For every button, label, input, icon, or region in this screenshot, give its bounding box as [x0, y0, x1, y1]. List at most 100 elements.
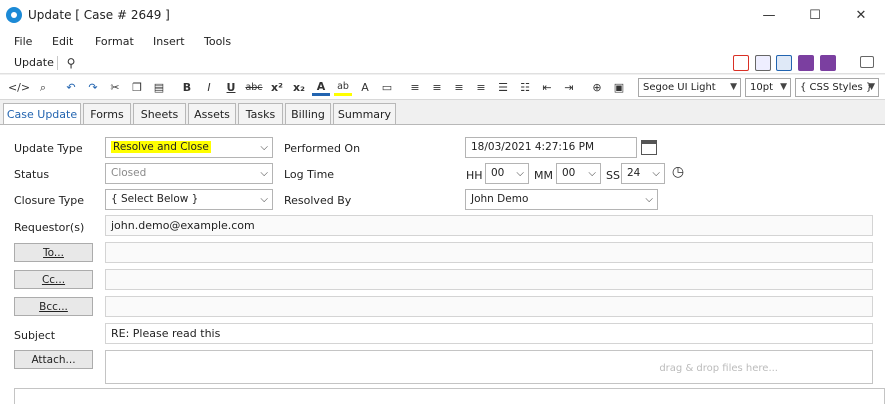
redo-icon[interactable]: ↷ [84, 79, 102, 96]
attach-button[interactable]: Attach... [14, 350, 93, 369]
subject-field[interactable]: RE: Please read this [105, 323, 873, 344]
chevron-down-icon: ▼ [730, 82, 737, 92]
strikethrough-icon[interactable]: abc [245, 79, 263, 96]
link-icon[interactable]: ⊕ [588, 79, 606, 96]
requestors-label: Requestor(s) [14, 221, 85, 234]
toolbar-divider [57, 56, 58, 70]
indent-icon[interactable]: ⇥ [560, 79, 578, 96]
resolved-by-value: John Demo [471, 193, 529, 205]
source-code-icon[interactable]: </> [8, 79, 30, 96]
menu-insert[interactable]: Insert [153, 35, 185, 48]
bcc-button[interactable]: Bcc... [14, 297, 93, 316]
hh-select[interactable]: 00 ⌵ [485, 163, 529, 184]
edit-form-icon[interactable] [776, 55, 792, 71]
title-bar: Update [ Case # 2649 ] — ☐ ✕ [0, 0, 885, 31]
closure-type-value: { Select Below } [111, 193, 199, 205]
close-button[interactable]: ✕ [838, 0, 884, 31]
chevron-down-icon: ⌵ [516, 168, 524, 179]
italic-icon[interactable]: I [200, 79, 218, 96]
css-styles-select[interactable]: { CSS Styles } ▼ [795, 78, 879, 97]
align-right-icon[interactable]: ≡ [450, 79, 468, 96]
minimize-button[interactable]: — [746, 0, 792, 31]
log-time-label: Log Time [284, 168, 335, 181]
update-button[interactable]: Update [14, 56, 54, 69]
tab-summary[interactable]: Summary [333, 103, 396, 124]
justify-icon[interactable]: ≡ [472, 79, 490, 96]
font-name-select[interactable]: Segoe UI Light ▼ [638, 78, 741, 97]
font-size-select[interactable]: 10pt ▼ [745, 78, 791, 97]
app-logo-icon [6, 7, 22, 23]
paperclip-icon[interactable]: ⚲ [64, 55, 78, 71]
undo-icon[interactable]: ↶ [62, 79, 80, 96]
ss-label: SS [606, 169, 620, 182]
superscript-icon[interactable]: x² [268, 79, 286, 96]
clock-refresh-icon[interactable]: ◷ [669, 163, 687, 181]
font-name-value: Segoe UI Light [643, 82, 716, 93]
numbered-list-icon[interactable]: ☷ [516, 79, 534, 96]
primary-toolbar: Update ⚲ [0, 52, 885, 74]
tab-case-update[interactable]: Case Update [3, 103, 81, 125]
outdent-icon[interactable]: ⇤ [538, 79, 556, 96]
calendar-icon[interactable] [641, 140, 657, 155]
update-type-label: Update Type [14, 142, 83, 155]
copy-icon[interactable]: ❐ [128, 79, 146, 96]
menu-edit[interactable]: Edit [52, 35, 73, 48]
mm-select[interactable]: 00 ⌵ [556, 163, 601, 184]
maximize-button[interactable]: ☐ [792, 0, 838, 31]
performed-on-field[interactable]: 18/03/2021 4:27:16 PM [465, 137, 637, 158]
font-size-value: 10pt [750, 82, 773, 93]
chevron-down-icon: ▼ [780, 82, 787, 92]
highlight-color-icon[interactable]: ab [334, 79, 352, 96]
tab-forms[interactable]: Forms [83, 103, 131, 124]
pdf-icon[interactable] [733, 55, 749, 71]
font-color-icon[interactable]: A [312, 79, 330, 96]
cut-icon[interactable]: ✂ [106, 79, 124, 96]
tab-bar: Case Update Forms Sheets Assets Tasks Bi… [0, 103, 885, 125]
ss-value: 24 [627, 167, 641, 179]
message-body-editor[interactable] [14, 388, 885, 404]
bcc-field[interactable] [105, 296, 873, 317]
status-select[interactable]: Closed ⌵ [105, 163, 273, 184]
cc-field[interactable] [105, 269, 873, 290]
menu-format[interactable]: Format [95, 35, 134, 48]
font-size-icon[interactable]: A [356, 79, 374, 96]
chevron-down-icon: ⌵ [260, 194, 268, 205]
to-field[interactable] [105, 242, 873, 263]
tab-sheets[interactable]: Sheets [133, 103, 186, 124]
attachment-dropzone[interactable]: drag & drop files here... [105, 350, 873, 384]
to-button[interactable]: To... [14, 243, 93, 262]
menu-file[interactable]: File [14, 35, 32, 48]
hh-value: 00 [491, 167, 505, 179]
tab-assets[interactable]: Assets [188, 103, 236, 124]
paste-icon[interactable]: ▤ [150, 79, 168, 96]
tab-billing[interactable]: Billing [285, 103, 331, 124]
tab-tasks[interactable]: Tasks [238, 103, 283, 124]
cc-button[interactable]: Cc... [14, 270, 93, 289]
collapse-toolbar-icon[interactable] [860, 56, 874, 68]
resolved-by-select[interactable]: John Demo ⌵ [465, 189, 658, 210]
requestors-field[interactable]: john.demo@example.com [105, 215, 873, 236]
help-alt-icon[interactable] [820, 55, 836, 71]
image-icon[interactable]: ▣ [610, 79, 628, 96]
bullet-list-icon[interactable]: ☰ [494, 79, 512, 96]
chevron-down-icon: ▼ [868, 82, 875, 92]
menu-bar: File Edit Format Insert Tools [0, 31, 885, 52]
menu-tools[interactable]: Tools [204, 35, 231, 48]
ss-select[interactable]: 24 ⌵ [621, 163, 665, 184]
horizontal-rule-icon[interactable]: ▭ [378, 79, 396, 96]
chevron-down-icon: ⌵ [645, 194, 653, 205]
bold-icon[interactable]: B [178, 79, 196, 96]
align-left-icon[interactable]: ≡ [406, 79, 424, 96]
document-settings-icon[interactable] [755, 55, 771, 71]
formatting-toolbar: </> ⌕ ↶ ↷ ✂ ❐ ▤ B I U abc x² x₂ A ab A ▭… [0, 75, 885, 100]
underline-icon[interactable]: U [222, 79, 240, 96]
update-type-select[interactable]: Resolve and Close ⌵ [105, 137, 273, 158]
subscript-icon[interactable]: x₂ [290, 79, 308, 96]
closure-type-select[interactable]: { Select Below } ⌵ [105, 189, 273, 210]
help-icon[interactable] [798, 55, 814, 71]
chevron-down-icon: ⌵ [260, 168, 268, 179]
cc-button-label: Cc... [41, 273, 66, 286]
preview-icon[interactable]: ⌕ [34, 79, 52, 96]
align-center-icon[interactable]: ≡ [428, 79, 446, 96]
status-value: Closed [111, 167, 147, 179]
